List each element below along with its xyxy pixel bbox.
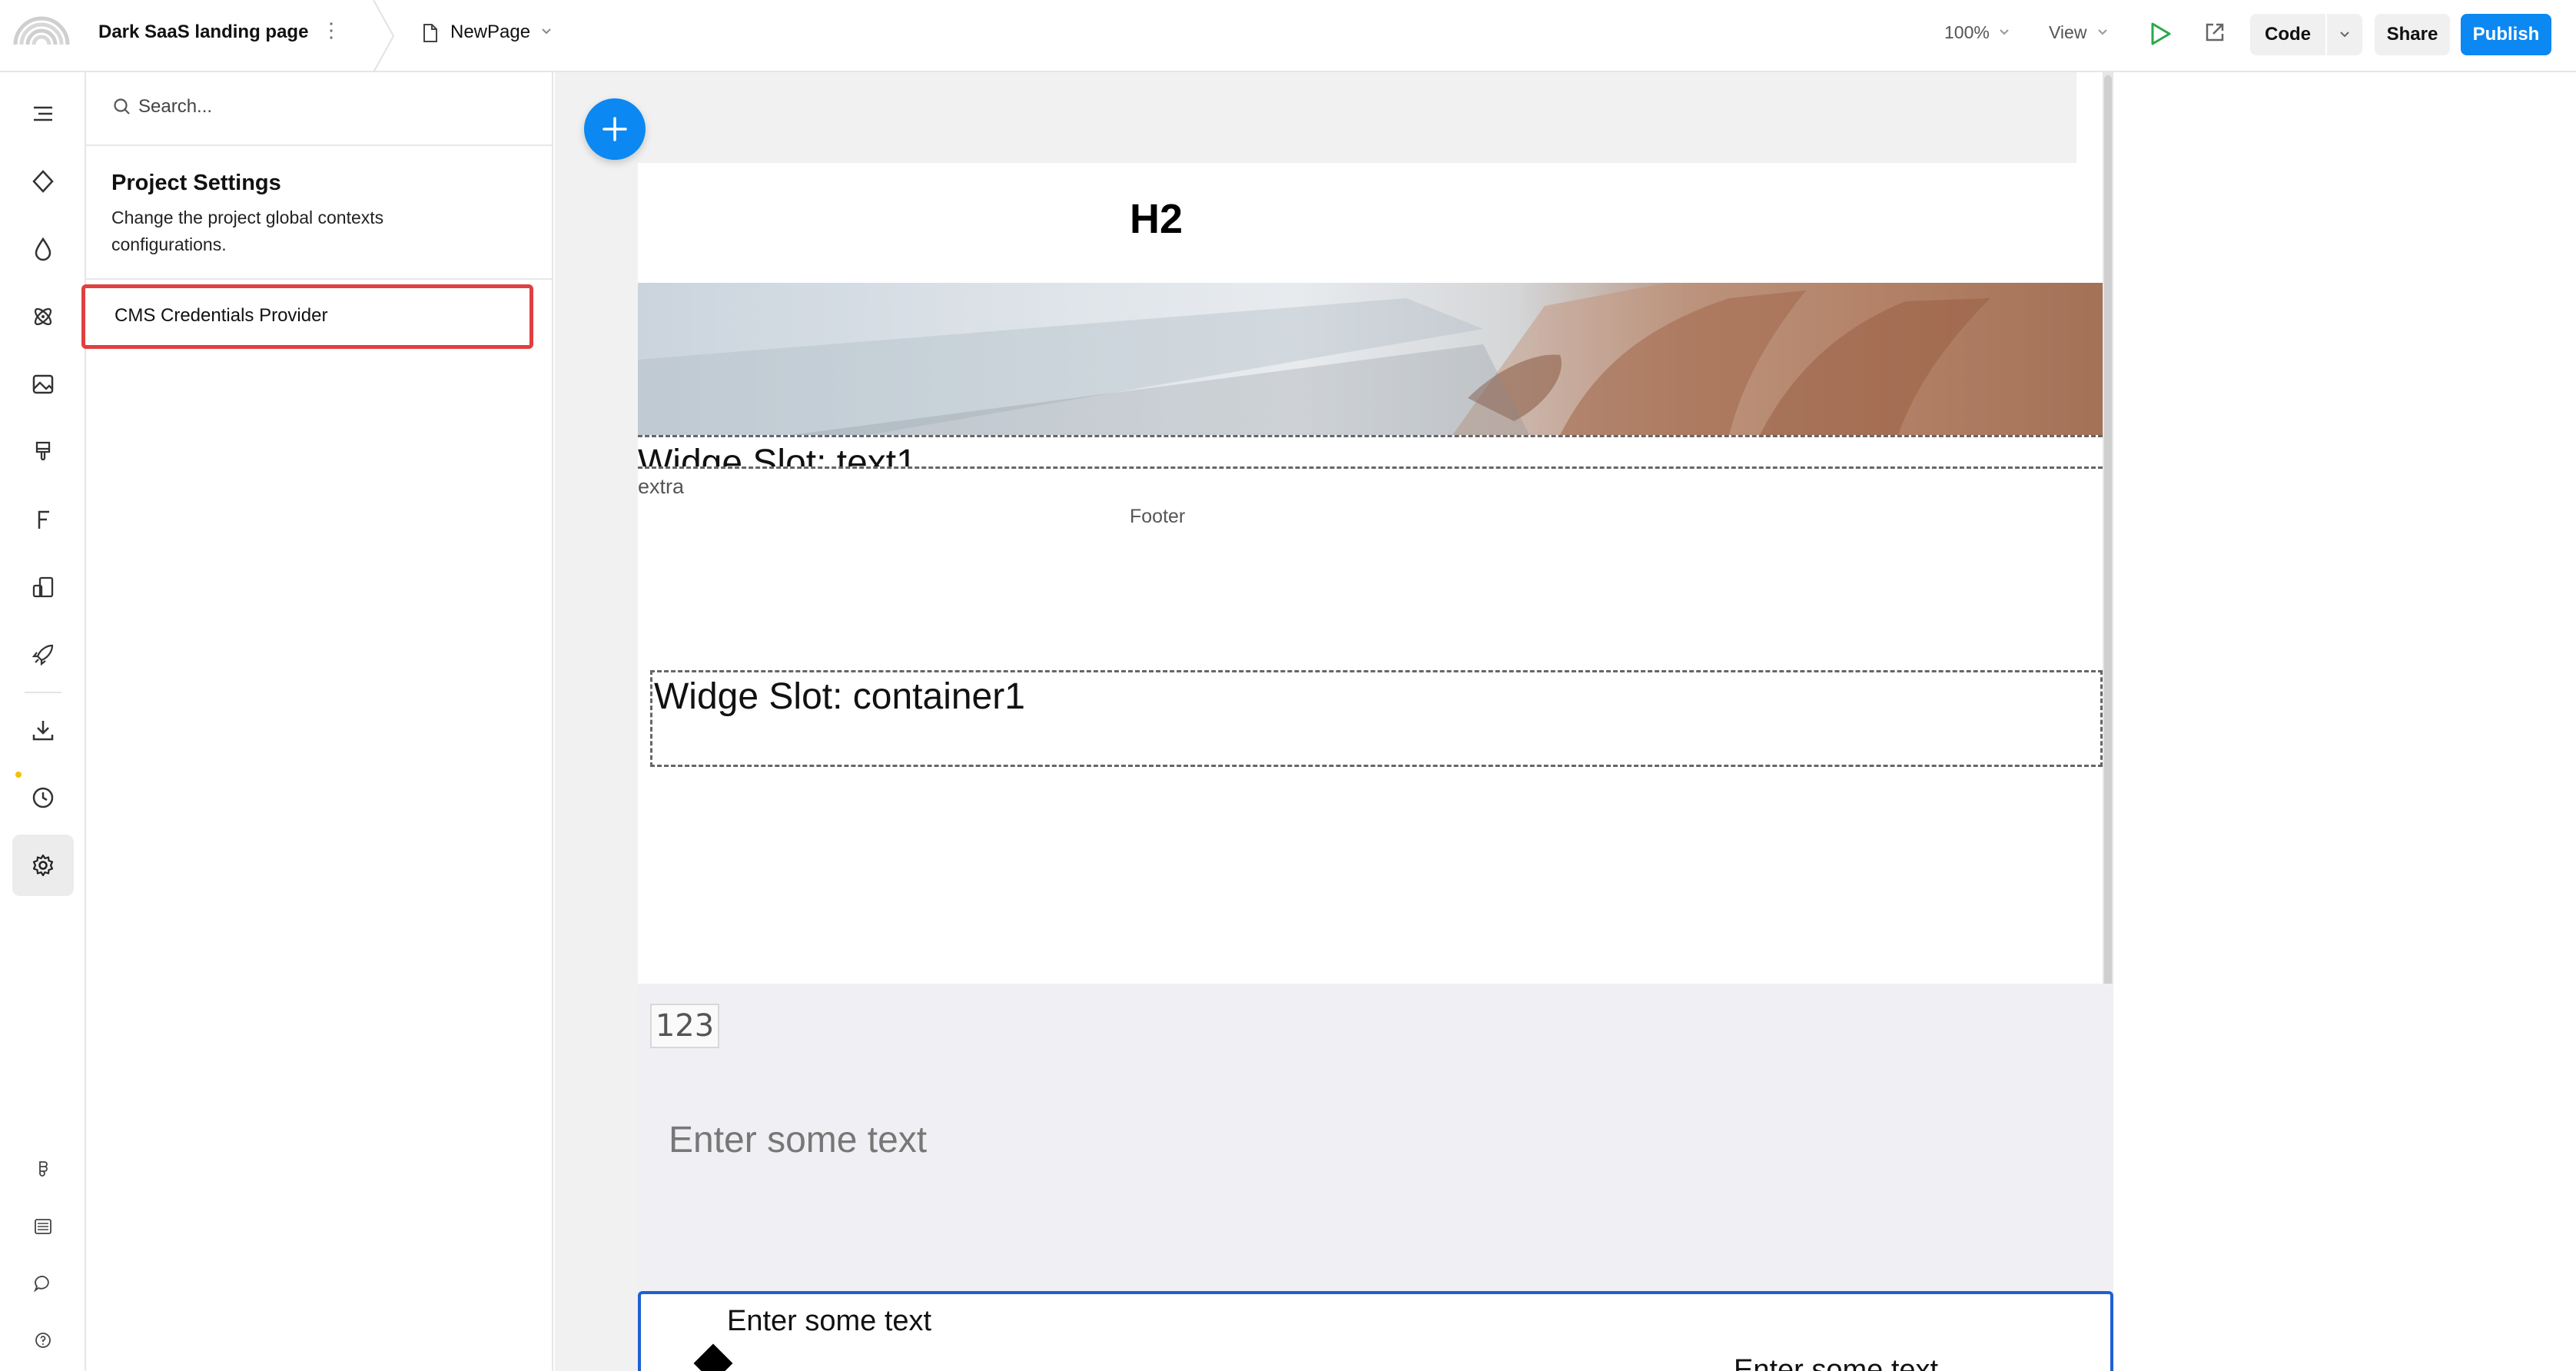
drop-icon [35,237,51,261]
page-heading[interactable]: H2 [1130,195,1183,243]
settings-button[interactable] [12,835,74,896]
panel-divider [86,144,552,146]
chevron-down-icon[interactable] [541,28,552,35]
search-input[interactable] [138,91,523,123]
diamond-marker-icon [693,1343,733,1371]
widget-slot-label: Widge Slot: text1 [638,443,917,469]
styles-button[interactable] [12,218,74,280]
toolbar-divider [25,692,61,693]
menu-icon [34,106,52,121]
rainbow-logo-icon[interactable] [11,14,72,48]
help-button[interactable] [28,1325,58,1356]
code-button[interactable]: Code [2250,14,2325,55]
text-placeholder[interactable]: Enter some text [669,1119,927,1161]
top-bar: Dark SaaS landing page ⋮ NewPage 100% Vi… [0,0,2576,72]
plus-icon [603,117,627,141]
widget-slot-container1[interactable]: Widge Slot: container1 [650,670,2103,767]
download-icon [32,721,54,741]
chevron-down-icon[interactable] [2098,29,2107,35]
code-dropdown-button[interactable] [2327,14,2362,55]
shortcuts-button[interactable] [28,1211,58,1242]
selected-element[interactable]: Enter some text Enter some text [638,1291,2113,1371]
zoom-level[interactable]: 100% [1944,22,1990,43]
number-field[interactable]: 123 [650,1004,719,1048]
diamond-icon [32,170,54,193]
project-settings-panel: Project Settings Change the project glob… [86,72,553,1371]
open-external-icon[interactable] [2204,22,2226,43]
pages-button[interactable] [12,556,74,618]
font-icon [38,510,49,529]
design-canvas[interactable]: H2 Widge Slot: text1 extra Footer Widge … [555,72,2576,1371]
publish-button[interactable]: Publish [2461,14,2551,55]
rocket-icon [32,644,54,666]
export-button[interactable] [12,699,74,761]
play-icon[interactable] [2149,22,2172,46]
extra-text[interactable]: extra [638,475,684,499]
scrollbar-thumb[interactable] [2104,75,2112,987]
image-icon [32,374,54,394]
fonts-button[interactable] [12,489,74,550]
help-icon [35,1333,51,1348]
widget-slot-text1[interactable]: Widge Slot: text1 [638,435,2103,469]
deploy-button[interactable] [12,624,74,686]
project-name[interactable]: Dark SaaS landing page [98,22,308,43]
panel-divider [86,278,552,280]
breadcrumb-separator [373,0,395,72]
panel-title: Project Settings [111,171,281,195]
hero-image[interactable] [638,283,2103,435]
share-button[interactable]: Share [2375,14,2450,55]
settings-icon [32,854,54,877]
history-button[interactable] [12,767,74,828]
brush-icon [35,441,51,461]
project-menu-icon[interactable]: ⋮ [321,18,341,42]
chevron-down-icon[interactable] [2000,29,2009,35]
file-icon [423,24,437,42]
footer-text[interactable]: Footer [1130,506,1185,528]
chat-icon [33,1276,49,1293]
atom-icon [34,307,52,326]
search-icon [114,98,130,115]
assets-button[interactable] [12,354,74,415]
hands-on-laptop-image [638,283,2103,435]
settings-item-cms-credentials-provider[interactable]: CMS Credentials Provider [81,284,533,349]
chevron-down-icon [2340,32,2349,38]
figma-icon [39,1161,48,1177]
page-selector[interactable]: NewPage [450,22,530,43]
widget-slot-label: Widge Slot: container1 [654,676,1025,717]
pages-icon [32,576,54,598]
settings-item-label: CMS Credentials Provider [115,305,328,326]
logic-button[interactable] [12,286,74,347]
theme-button[interactable] [12,421,74,483]
components-button[interactable] [12,151,74,212]
view-menu[interactable]: View [2049,22,2086,43]
left-toolbar [0,72,86,1371]
history-icon [32,787,54,808]
figma-button[interactable] [28,1154,58,1185]
text-placeholder[interactable]: Enter some text [727,1305,931,1338]
chat-button[interactable] [28,1268,58,1299]
panel-description: Change the project global contexts confi… [111,207,384,254]
keyboard-icon [35,1219,51,1234]
add-element-button[interactable] [584,98,646,160]
navigator-button[interactable] [12,83,74,144]
text-placeholder[interactable]: Enter some text [1734,1354,1938,1371]
